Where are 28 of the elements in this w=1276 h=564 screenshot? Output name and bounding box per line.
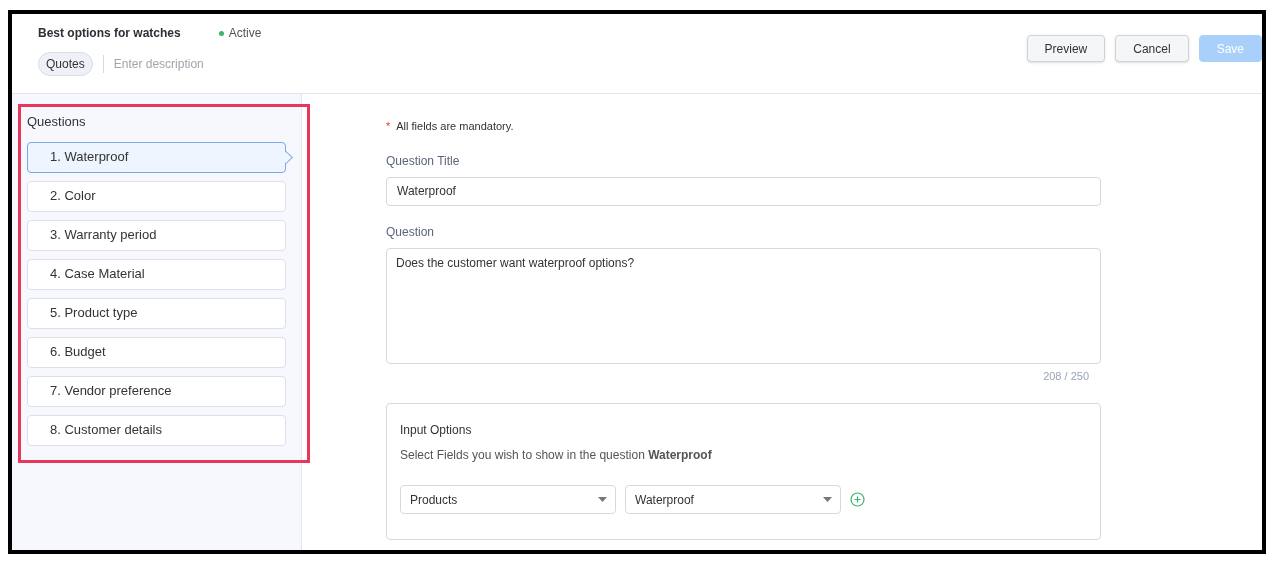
required-asterisk: *: [386, 119, 391, 134]
dropdown-select[interactable]: Waterproof: [625, 485, 841, 514]
question-item[interactable]: 8. Customer details: [27, 414, 286, 446]
question-item[interactable]: 2. Color: [27, 180, 286, 212]
card-title: Input Options: [400, 422, 473, 439]
field-label: Question: [386, 223, 436, 241]
add-icon[interactable]: [850, 492, 865, 507]
question-item[interactable]: 4. Case Material: [27, 258, 286, 290]
status-label: Active: [228, 25, 262, 42]
description-field[interactable]: Enter description: [113, 55, 314, 73]
question-item[interactable]: 6. Budget: [27, 336, 286, 368]
question-item[interactable]: 5. Product type: [27, 297, 286, 329]
caret-icon: [598, 497, 607, 502]
question-item[interactable]: 7. Vendor preference: [27, 375, 286, 407]
category-tag: Quotes: [38, 52, 93, 76]
sidebar-title: Questions: [27, 113, 87, 131]
question-item[interactable]: 3. Warranty period: [27, 219, 286, 251]
mandatory-note: All fields are mandatory.: [396, 119, 514, 134]
question-field[interactable]: Does the customer want waterproof options?: [386, 247, 1101, 364]
form-title: Best options for watches: [38, 25, 181, 42]
header-button[interactable]: Cancel: [1115, 35, 1189, 62]
question-title-field[interactable]: Waterproof: [386, 176, 1101, 206]
character-counter: 208 / 250: [1043, 368, 1089, 384]
caret-icon: [823, 497, 832, 502]
card-hint: Select Fields you wish to show in the question Waterproof: [400, 447, 713, 464]
dropdown-select[interactable]: Products: [400, 485, 616, 514]
header-button[interactable]: Preview: [1026, 35, 1106, 62]
field-label: Question Title: [386, 152, 461, 170]
